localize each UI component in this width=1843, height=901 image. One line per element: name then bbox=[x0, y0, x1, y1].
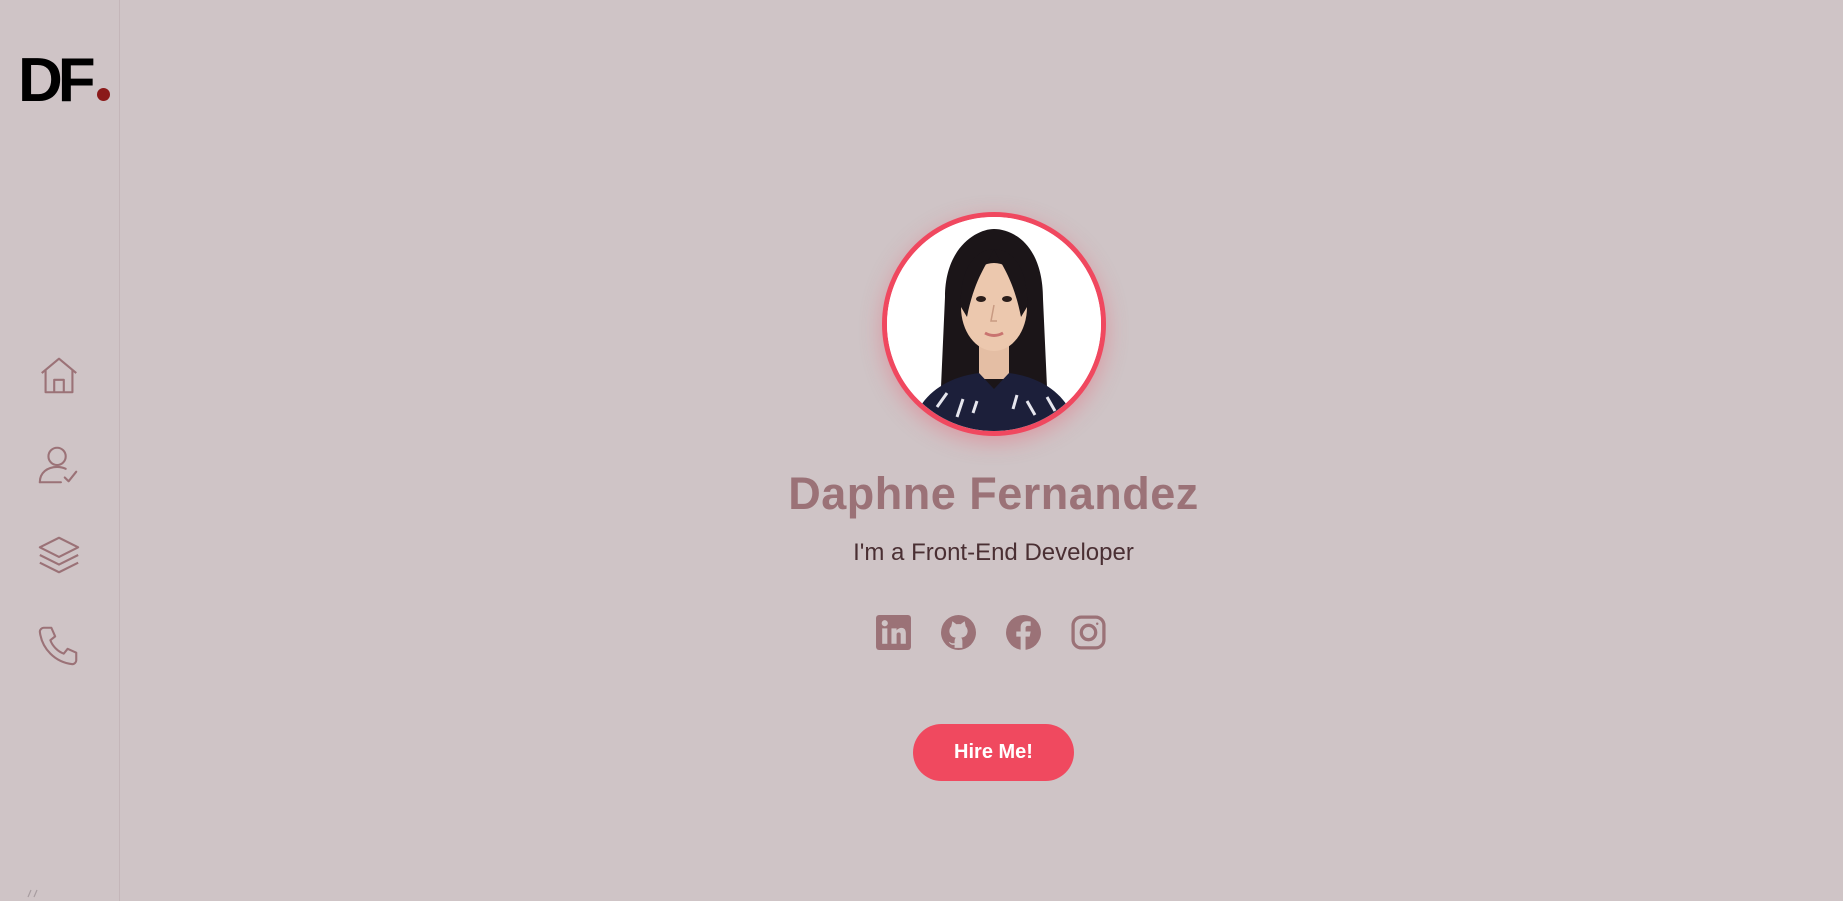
social-links bbox=[875, 614, 1107, 651]
instagram-icon bbox=[1071, 615, 1106, 650]
phone-icon bbox=[38, 626, 78, 666]
logo-text: DF bbox=[18, 46, 96, 115]
nav-contact[interactable] bbox=[36, 620, 82, 670]
github-icon bbox=[941, 615, 976, 650]
linkedin-link[interactable] bbox=[875, 614, 912, 651]
profile-name: Daphne Fernandez bbox=[788, 468, 1199, 519]
nav-about[interactable] bbox=[36, 440, 82, 490]
profile-photo bbox=[882, 212, 1106, 436]
nav-home[interactable] bbox=[36, 350, 82, 400]
nav-portfolio[interactable] bbox=[36, 530, 82, 580]
instagram-link[interactable] bbox=[1070, 614, 1107, 651]
facebook-icon bbox=[1006, 615, 1041, 650]
logo[interactable]: DF bbox=[18, 50, 110, 112]
sidebar: DF bbox=[0, 0, 120, 901]
profile-tagline: I'm a Front-End Developer bbox=[853, 539, 1134, 566]
layers-icon bbox=[38, 536, 80, 574]
sidebar-nav bbox=[36, 350, 82, 670]
facebook-link[interactable] bbox=[1005, 614, 1042, 651]
hire-me-button[interactable]: Hire Me! bbox=[913, 724, 1074, 781]
bottom-icon bbox=[26, 887, 40, 901]
hero-section: Daphne Fernandez I'm a Front-End Develop… bbox=[120, 0, 1843, 901]
logo-dot bbox=[96, 88, 110, 101]
portrait-image bbox=[887, 217, 1101, 431]
linkedin-icon bbox=[876, 615, 911, 650]
user-check-icon bbox=[38, 446, 78, 484]
github-link[interactable] bbox=[940, 614, 977, 651]
home-icon bbox=[41, 357, 77, 394]
